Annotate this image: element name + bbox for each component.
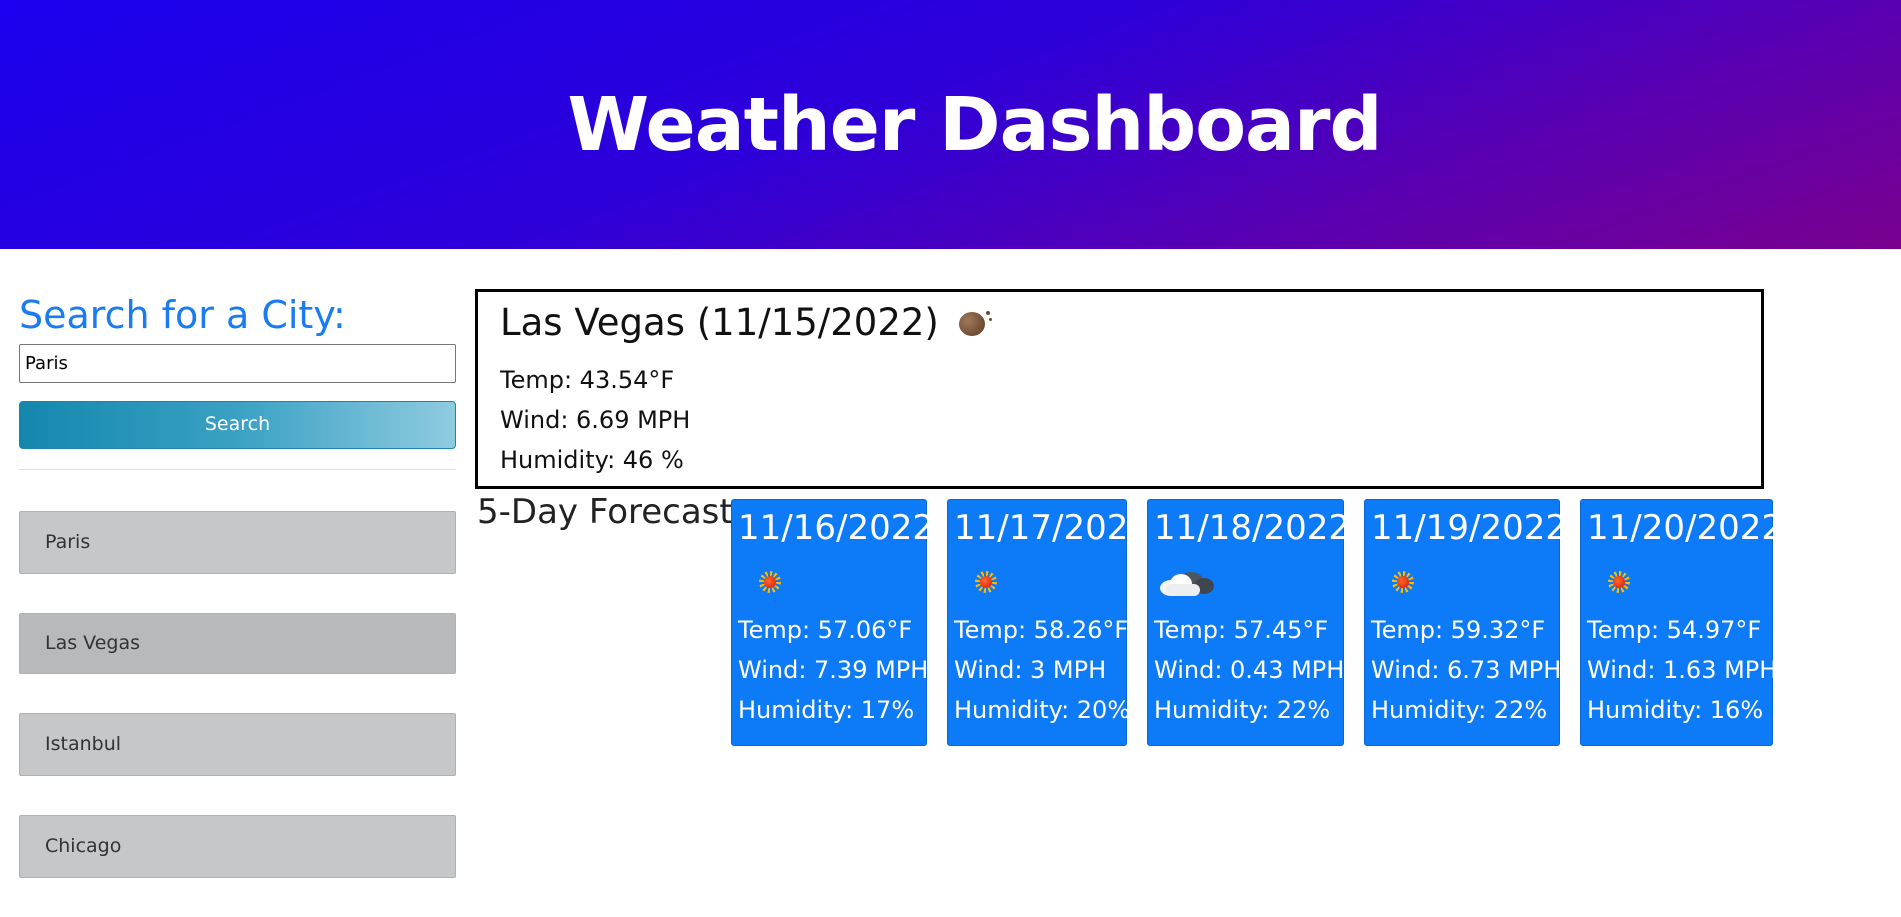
forecast-temp: Temp: 57.45°F xyxy=(1154,616,1329,644)
forecast-temp: Temp: 57.06°F xyxy=(738,616,913,644)
page-header: Weather Dashboard xyxy=(0,0,1901,249)
forecast-date: 11/20/2022 xyxy=(1587,508,1783,548)
forecast-heading: 5-Day Forecast: xyxy=(477,492,745,532)
forecast-humidity: Humidity: 16% xyxy=(1587,696,1764,724)
forecast-card: 11/18/2022 Temp: 57.45°F Wind: 0.43 MPH … xyxy=(1147,499,1350,746)
forecast-wind: Wind: 6.73 MPH xyxy=(1371,656,1562,684)
cloud-icon xyxy=(1154,560,1343,604)
forecast-wind: Wind: 3 MPH xyxy=(954,656,1107,684)
forecast-date: 11/17/2022 xyxy=(954,508,1150,548)
divider xyxy=(19,469,456,470)
sun-icon xyxy=(1587,560,1772,604)
forecast-wind: Wind: 7.39 MPH xyxy=(738,656,929,684)
forecast-humidity: Humidity: 17% xyxy=(738,696,915,724)
forecast-humidity: Humidity: 22% xyxy=(1154,696,1331,724)
history-item-paris[interactable]: Paris xyxy=(19,511,456,574)
forecast-wind: Wind: 0.43 MPH xyxy=(1154,656,1345,684)
search-heading: Search for a City: xyxy=(19,293,346,337)
search-history-list: Paris Las Vegas Istanbul Chicago xyxy=(19,511,456,878)
sidebar: Search for a City: Search Paris Las Vega… xyxy=(19,290,456,917)
forecast-temp: Temp: 58.26°F xyxy=(954,616,1129,644)
sun-icon xyxy=(1371,560,1559,604)
current-humidity: Humidity: 46 % xyxy=(500,446,684,474)
forecast-humidity: Humidity: 20% xyxy=(954,696,1131,724)
current-weather-panel: Las Vegas (11/15/2022) Temp: 43.54°F Win… xyxy=(475,289,1764,489)
page-title: Weather Dashboard xyxy=(567,81,1383,168)
search-button[interactable]: Search xyxy=(19,401,456,449)
forecast-humidity: Humidity: 22% xyxy=(1371,696,1548,724)
history-item-chicago[interactable]: Chicago xyxy=(19,815,456,878)
forecast-date: 11/19/2022 xyxy=(1371,508,1567,548)
history-item-las-vegas[interactable]: Las Vegas xyxy=(19,613,456,674)
forecast-card: 11/17/2022 Temp: 58.26°F Wind: 3 MPH Hum… xyxy=(947,499,1150,746)
forecast-temp: Temp: 59.32°F xyxy=(1371,616,1546,644)
forecast-wind: Wind: 1.63 MPH xyxy=(1587,656,1778,684)
history-item-istanbul[interactable]: Istanbul xyxy=(19,713,456,776)
current-city-date: Las Vegas (11/15/2022) xyxy=(500,301,939,344)
sun-icon xyxy=(954,560,1126,604)
forecast-date: 11/18/2022 xyxy=(1154,508,1350,548)
forecast-card: 11/19/2022 Temp: 59.32°F Wind: 6.73 MPH … xyxy=(1364,499,1567,746)
current-temp: Temp: 43.54°F xyxy=(500,366,675,394)
forecast-temp: Temp: 54.97°F xyxy=(1587,616,1762,644)
sun-icon xyxy=(738,560,926,604)
forecast-card: 11/16/2022 Temp: 57.06°F Wind: 7.39 MPH … xyxy=(731,499,934,746)
city-search-input[interactable] xyxy=(19,344,456,383)
moon-icon xyxy=(955,308,992,338)
current-wind: Wind: 6.69 MPH xyxy=(500,406,691,434)
forecast-card: 11/20/2022 Temp: 54.97°F Wind: 1.63 MPH … xyxy=(1580,499,1783,746)
current-weather-title-row: Las Vegas (11/15/2022) xyxy=(500,298,1761,348)
forecast-date: 11/16/2022 xyxy=(738,508,934,548)
